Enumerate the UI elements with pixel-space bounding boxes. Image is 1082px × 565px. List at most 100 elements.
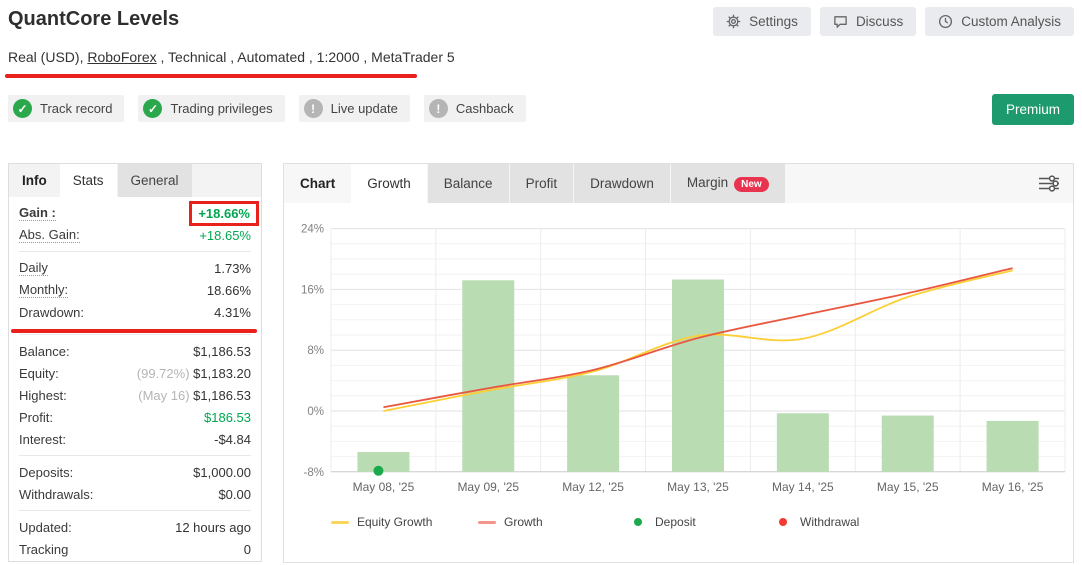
growth-chart-svg: 24% 16% 8% 0% -8% May 08, '25 May 09, '25 May 1… bbox=[301, 224, 1066, 494]
legend-item-equity-growth[interactable]: Equity Growth bbox=[331, 515, 432, 529]
legend-swatch-icon bbox=[331, 520, 349, 524]
stat-label[interactable]: Deposits: bbox=[19, 465, 73, 480]
x-tick-label: May 09, '25 bbox=[457, 480, 519, 494]
chat-icon bbox=[833, 14, 848, 29]
stats-tabs: Info Stats General bbox=[9, 164, 261, 197]
stat-value: $1,183.20 bbox=[193, 365, 251, 381]
clock-icon bbox=[938, 14, 953, 29]
stat-label[interactable]: Profit: bbox=[19, 410, 53, 425]
chart-panel: Chart Growth Balance Profit Drawdown Margin Ne… bbox=[283, 163, 1074, 563]
growth-bar bbox=[672, 279, 724, 472]
account-subtitle: Real (USD), RoboForex , Technical , Auto… bbox=[8, 49, 455, 65]
subtitle-text: , Technical , Automated , 1:2000 , MetaT… bbox=[156, 49, 455, 65]
stat-row: Daily 1.73% bbox=[19, 257, 251, 279]
new-badge: New bbox=[734, 177, 769, 192]
stat-value: $1,000.00 bbox=[193, 464, 251, 480]
x-tick-label: May 12, '25 bbox=[562, 480, 624, 494]
stat-label[interactable]: Highest: bbox=[19, 388, 67, 403]
stat-value: 1.73% bbox=[214, 260, 251, 276]
stat-label[interactable]: Updated: bbox=[19, 520, 72, 535]
badge-track-record[interactable]: ✓ Track record bbox=[8, 95, 125, 122]
discuss-button[interactable]: Discuss bbox=[819, 7, 917, 36]
x-tick-label: May 14, '25 bbox=[772, 480, 834, 494]
stat-row: Balance: $1,186.53 bbox=[19, 340, 251, 362]
legend-item-growth[interactable]: Growth bbox=[478, 515, 543, 529]
page-title: QuantCore Levels bbox=[8, 8, 180, 30]
sliders-icon[interactable] bbox=[1037, 174, 1061, 198]
stat-group: Balance: $1,186.53 Equity: (99.72%) $1,1… bbox=[19, 334, 251, 455]
x-tick-label: May 15, '25 bbox=[877, 480, 939, 494]
stat-group: Gain : +18.66% Abs. Gain: +18.65% bbox=[19, 197, 259, 251]
chart-tab-margin[interactable]: Margin New bbox=[670, 164, 785, 203]
growth-bar bbox=[986, 420, 1039, 472]
stat-row: Abs. Gain: +18.65% bbox=[19, 224, 251, 246]
stat-row: Deposits: $1,000.00 bbox=[19, 461, 251, 483]
y-tick-label: 16% bbox=[301, 284, 324, 296]
stat-value-prefix: (May 16) bbox=[138, 387, 194, 403]
tab-stats[interactable]: Stats bbox=[59, 164, 117, 197]
chart-tab-chart[interactable]: Chart bbox=[284, 164, 351, 203]
stat-label[interactable]: Daily bbox=[19, 260, 48, 276]
stat-label[interactable]: Monthly: bbox=[19, 282, 69, 298]
check-icon: ✓ bbox=[13, 99, 32, 118]
chart-legend: Equity Growth Growth Deposit Withdrawal bbox=[284, 515, 1073, 537]
stat-label[interactable]: Balance: bbox=[19, 344, 70, 359]
stat-group: Daily 1.73% Monthly: 18.66% Drawdown: 4.… bbox=[19, 251, 251, 328]
badge-live-update[interactable]: ! Live update bbox=[298, 95, 410, 122]
legend-swatch-icon bbox=[634, 518, 642, 526]
stat-label[interactable]: Equity: bbox=[19, 366, 59, 381]
annotation-subtitle-underline bbox=[5, 74, 417, 78]
stat-value: $1,186.53 bbox=[193, 343, 251, 359]
badges-row: ✓ Track record ✓ Trading privileges ! Li… bbox=[8, 95, 526, 122]
stat-label[interactable]: Interest: bbox=[19, 432, 66, 447]
broker-link[interactable]: RoboForex bbox=[87, 49, 156, 65]
check-icon: ✓ bbox=[143, 99, 163, 118]
growth-bar bbox=[567, 375, 620, 472]
stat-row: Tracking 0 bbox=[19, 538, 251, 560]
growth-bar bbox=[357, 452, 410, 472]
tab-info[interactable]: Info bbox=[9, 164, 60, 197]
legend-swatch-icon bbox=[478, 520, 496, 524]
stat-value: $186.53 bbox=[204, 409, 251, 425]
stat-group: Updated: 12 hours ago Tracking 0 bbox=[19, 510, 251, 565]
growth-bar bbox=[462, 280, 515, 472]
custom-analysis-button[interactable]: Custom Analysis bbox=[925, 7, 1074, 36]
chart-tab-drawdown[interactable]: Drawdown bbox=[574, 164, 670, 203]
badge-trading-privileges[interactable]: ✓ Trading privileges bbox=[138, 95, 285, 122]
exclamation-icon: ! bbox=[303, 99, 323, 118]
tab-general[interactable]: General bbox=[117, 164, 192, 197]
stat-value: +18.65% bbox=[199, 227, 251, 243]
y-tick-label: 24% bbox=[301, 224, 324, 236]
y-tick-label: 0% bbox=[307, 406, 324, 418]
stat-label[interactable]: Tracking bbox=[19, 542, 68, 557]
chart-tab-balance[interactable]: Balance bbox=[427, 164, 509, 203]
stat-row: Drawdown: 4.31% bbox=[19, 301, 251, 323]
stat-row: Updated: 12 hours ago bbox=[19, 516, 251, 538]
settings-button[interactable]: Settings bbox=[713, 7, 811, 36]
x-tick-label: May 16, '25 bbox=[982, 480, 1044, 494]
stat-row: Gain : +18.66% bbox=[19, 200, 259, 226]
stats-body: Gain : +18.66% Abs. Gain: +18.65% Daily … bbox=[9, 197, 261, 565]
chart-tab-growth[interactable]: Growth bbox=[351, 164, 427, 203]
legend-item-withdrawal[interactable]: Withdrawal bbox=[774, 515, 859, 529]
stat-value: -$4.84 bbox=[214, 431, 251, 447]
legend-item-deposit[interactable]: Deposit bbox=[629, 515, 696, 529]
stat-value: $0.00 bbox=[218, 486, 251, 502]
stat-value-prefix: (99.72%) bbox=[136, 365, 194, 381]
chart-tab-profit[interactable]: Profit bbox=[509, 164, 574, 203]
stat-label[interactable]: Withdrawals: bbox=[19, 487, 93, 502]
stat-value: 0 bbox=[243, 541, 251, 557]
gear-icon bbox=[726, 14, 741, 29]
stat-value: 12 hours ago bbox=[175, 519, 251, 535]
stat-row: Profit: $186.53 bbox=[19, 406, 251, 428]
stat-row: Monthly: 18.66% bbox=[19, 279, 251, 301]
growth-bar bbox=[881, 415, 934, 472]
stat-value: $1,186.53 bbox=[193, 387, 251, 403]
annotation-gain-box: +18.66% bbox=[189, 200, 259, 226]
badge-cashback[interactable]: ! Cashback bbox=[423, 95, 526, 122]
stat-label[interactable]: Drawdown: bbox=[19, 305, 84, 320]
stat-label[interactable]: Abs. Gain: bbox=[19, 227, 80, 243]
premium-button[interactable]: Premium bbox=[991, 94, 1074, 125]
subtitle-text: Real (USD), bbox=[8, 49, 88, 65]
stat-label[interactable]: Gain : bbox=[19, 205, 56, 221]
